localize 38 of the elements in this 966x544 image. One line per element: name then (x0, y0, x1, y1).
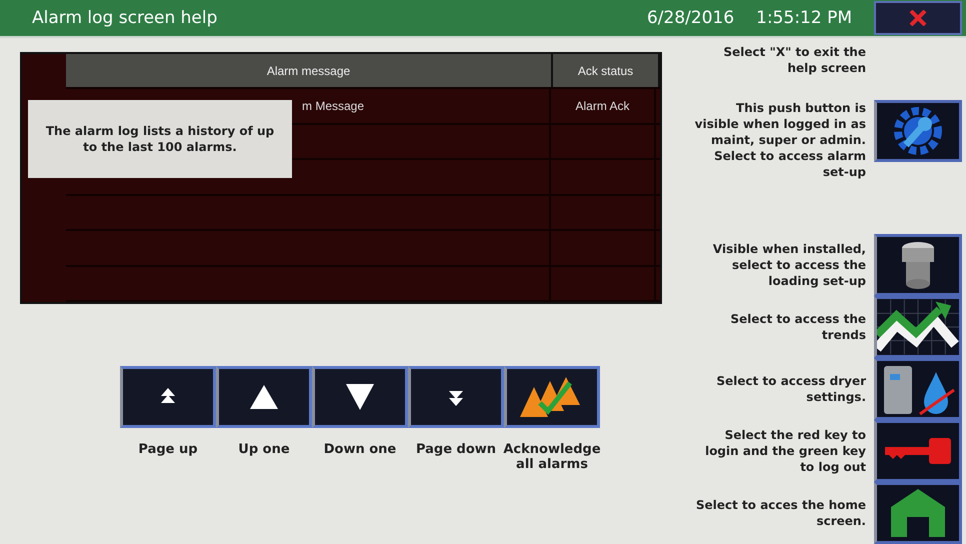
menu-button[interactable] (874, 420, 962, 482)
help-text: Select to acces the home screen. (694, 497, 866, 529)
button-caption: Down one (322, 442, 398, 457)
up-triangle-icon (250, 385, 278, 409)
menu-button[interactable] (874, 482, 962, 544)
menu-button[interactable] (874, 100, 962, 162)
nav-button[interactable] (216, 366, 312, 428)
menu-button[interactable] (874, 234, 962, 296)
nav-button[interactable] (504, 366, 600, 428)
key-icon (885, 438, 951, 464)
nav-button[interactable] (312, 366, 408, 428)
help-tooltip: The alarm log lists a history of up to the last 100 alarms. (28, 100, 292, 178)
house-icon (891, 489, 945, 537)
help-text: Select "X" to exit the help screen (722, 44, 866, 76)
help-text: This push button is visible when logged in as maint, super or admin. Select to access alarm set-up (694, 100, 866, 180)
close-icon (909, 10, 927, 26)
button-caption: Page up (137, 442, 199, 457)
menu-button[interactable] (874, 296, 962, 358)
date-text: 6/28/2016 (646, 8, 734, 28)
table-cell: Alarm Ack (575, 99, 630, 114)
column-header: Alarm message (66, 54, 553, 88)
help-text: Visible when installed, select to access the loading set-up (712, 241, 866, 289)
menu-button[interactable] (874, 358, 962, 420)
help-text: Select to access dryer settings. (715, 373, 866, 405)
down-triangle-icon (346, 384, 374, 410)
button-caption: Up one (237, 442, 291, 457)
trend-chart-icon (877, 299, 959, 355)
table-cell: m Message (302, 99, 364, 114)
time-text: 1:55:12 PM (756, 8, 852, 28)
double-down-arrow-icon (449, 388, 463, 406)
help-text: Select to access the trends (729, 311, 866, 343)
button-caption: Acknowledge all alarms (502, 442, 602, 472)
column-header: Ack status (553, 54, 660, 88)
help-text: Select the red key to login and the green key to log out (704, 427, 866, 475)
window-title: Alarm log screen help (32, 8, 218, 28)
close-button[interactable] (874, 1, 962, 35)
gear-wrench-icon (892, 105, 944, 157)
double-up-arrow-icon (161, 388, 175, 406)
